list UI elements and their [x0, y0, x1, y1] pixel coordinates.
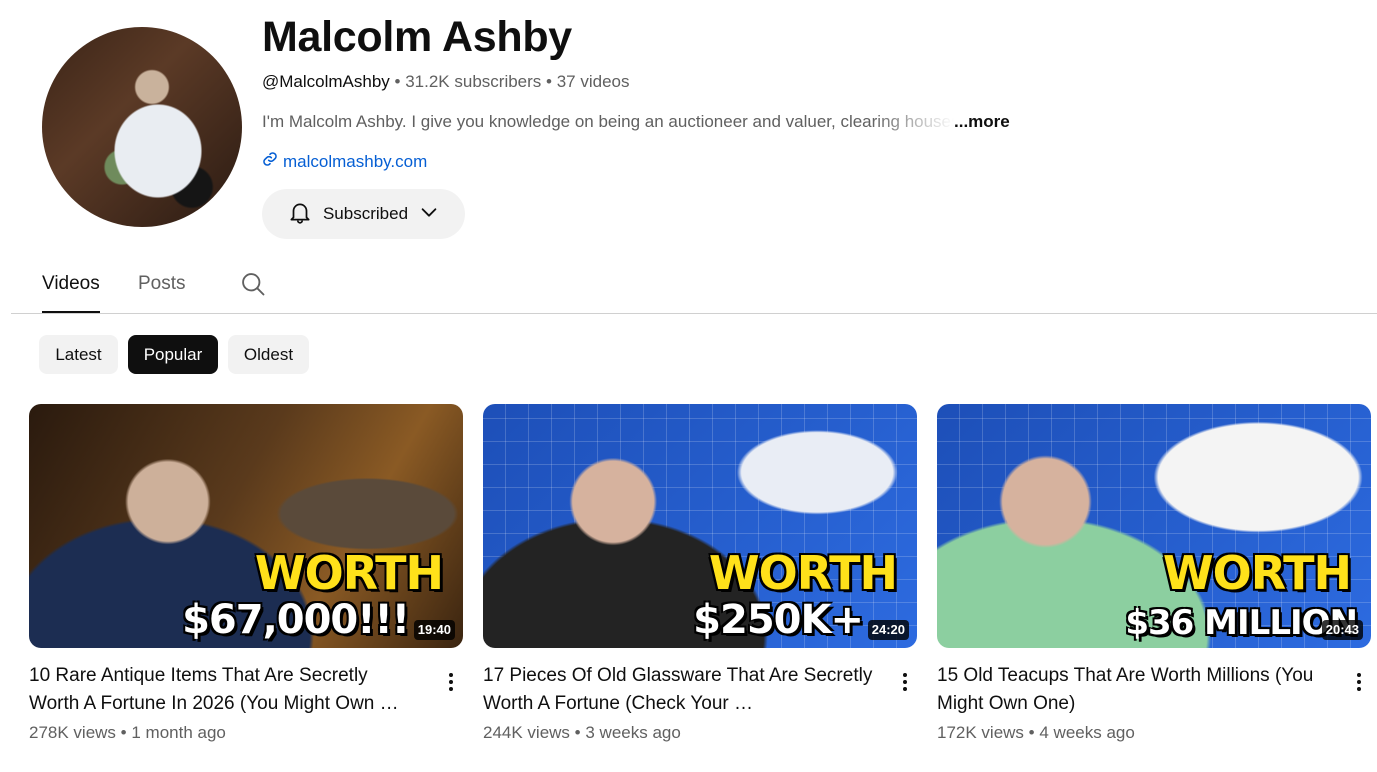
tab-posts[interactable]: Posts — [138, 272, 186, 296]
video-title[interactable]: 17 Pieces Of Old Glassware That Are Secr… — [483, 662, 875, 718]
bell-icon — [287, 199, 313, 230]
channel-avatar[interactable] — [42, 27, 242, 227]
more-link[interactable]: ...more — [954, 112, 1010, 131]
video-thumbnail[interactable]: WORTH $250K+ 24:20 — [483, 404, 917, 648]
more-vert-icon[interactable] — [893, 670, 917, 694]
video-card[interactable]: WORTH $36 MILLION 20:43 15 Old Teacups T… — [937, 404, 1371, 742]
meta-separator: • — [574, 723, 581, 742]
chip-latest[interactable]: Latest — [39, 335, 118, 374]
channel-description[interactable]: I'm Malcolm Ashby. I give you knowledge … — [262, 110, 1010, 134]
subscriber-count: 31.2K subscribers — [405, 72, 542, 91]
thumbnail-overlay-price: $250K+ — [693, 597, 864, 643]
chevron-down-icon — [418, 201, 440, 228]
subscribe-label: Subscribed — [322, 204, 409, 223]
channel-tabs: Videos Posts — [11, 258, 1377, 314]
video-duration: 20:43 — [1321, 620, 1363, 640]
link-icon — [262, 150, 278, 174]
video-thumbnail[interactable]: WORTH $67,000!!! 19:40 — [29, 404, 463, 648]
thumbnail-overlay-text: WORTH — [254, 546, 444, 600]
upload-age: 4 weeks ago — [1039, 723, 1135, 742]
channel-link[interactable]: malcolmashby.com — [262, 150, 427, 174]
channel-name: Malcolm Ashby — [262, 13, 572, 61]
view-count: 278K views — [29, 723, 116, 742]
video-thumbnail[interactable]: WORTH $36 MILLION 20:43 — [937, 404, 1371, 648]
video-duration: 24:20 — [867, 620, 909, 640]
meta-separator: • — [120, 723, 127, 742]
upload-age: 3 weeks ago — [585, 723, 681, 742]
chip-oldest[interactable]: Oldest — [228, 335, 309, 374]
video-card[interactable]: WORTH $67,000!!! 19:40 10 Rare Antique I… — [29, 404, 463, 742]
more-vert-icon[interactable] — [1347, 670, 1371, 694]
meta-separator: • — [1028, 723, 1035, 742]
thumbnail-overlay-text: WORTH — [708, 546, 898, 600]
channel-handle[interactable]: @MalcolmAshby — [262, 72, 390, 91]
video-title[interactable]: 15 Old Teacups That Are Worth Millions (… — [937, 662, 1329, 718]
thumbnail-overlay-text: WORTH — [1162, 546, 1352, 600]
video-meta: 278K views • 1 month ago — [29, 722, 226, 744]
video-card[interactable]: WORTH $250K+ 24:20 17 Pieces Of Old Glas… — [483, 404, 917, 742]
thumbnail-overlay-price: $67,000!!! — [182, 597, 410, 643]
video-count: 37 videos — [556, 72, 630, 91]
view-count: 244K views — [483, 723, 570, 742]
view-count: 172K views — [937, 723, 1024, 742]
channel-meta: @MalcolmAshby • 31.2K subscribers • 37 v… — [262, 70, 630, 94]
video-meta: 244K views • 3 weeks ago — [483, 722, 681, 744]
tab-videos[interactable]: Videos — [42, 272, 100, 313]
meta-separator: • — [394, 72, 401, 91]
video-meta: 172K views • 4 weeks ago — [937, 722, 1135, 744]
more-vert-icon[interactable] — [439, 670, 463, 694]
subscribed-button[interactable]: Subscribed — [262, 189, 465, 239]
chip-popular[interactable]: Popular — [128, 335, 218, 374]
search-icon[interactable] — [239, 270, 267, 298]
description-text: I'm Malcolm Ashby. I give you knowledge … — [262, 112, 954, 131]
video-duration: 19:40 — [413, 620, 455, 640]
video-title[interactable]: 10 Rare Antique Items That Are Secretly … — [29, 662, 421, 718]
upload-age: 1 month ago — [131, 723, 226, 742]
meta-separator: • — [546, 72, 552, 91]
channel-link-text[interactable]: malcolmashby.com — [283, 150, 427, 174]
